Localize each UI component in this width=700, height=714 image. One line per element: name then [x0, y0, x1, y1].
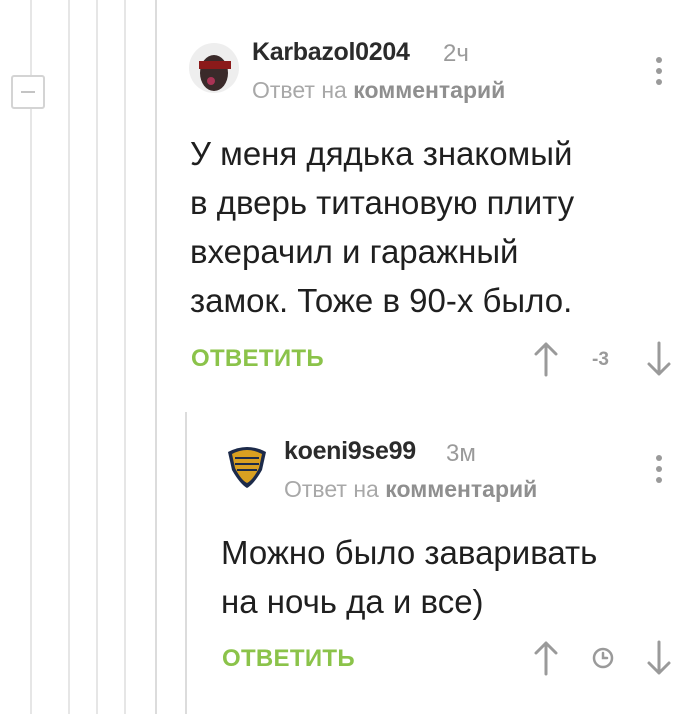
thread-line [124, 0, 126, 714]
comment-body-line: У меня дядька знакомый [190, 135, 573, 172]
collapse-thread-button[interactable] [11, 75, 45, 109]
avatar[interactable] [189, 43, 239, 93]
reply-to: Ответ на комментарий [284, 476, 537, 503]
arrow-up-icon[interactable] [533, 640, 559, 676]
comment-time: 3м [446, 440, 476, 467]
comment-time: 2ч [443, 40, 469, 67]
comment-body: Можно было заваривать на ночь да и все) [221, 528, 597, 626]
comment-author[interactable]: Karbazol0204 [252, 38, 410, 67]
clock-icon [592, 647, 614, 669]
more-vert-icon[interactable] [655, 455, 663, 485]
reply-to-prefix: Ответ на [284, 476, 379, 502]
thread-line [96, 0, 98, 714]
reply-to-link[interactable]: комментарий [385, 476, 537, 502]
thread-line [185, 412, 187, 714]
comment-body-line: на ночь да и все) [221, 583, 484, 620]
arrow-down-icon[interactable] [646, 341, 672, 377]
reply-to-link[interactable]: комментарий [353, 77, 505, 103]
comment-body-line: Можно было заваривать [221, 534, 598, 571]
thread-line [68, 0, 70, 714]
avatar[interactable] [222, 440, 272, 490]
reply-button[interactable]: ОТВЕТИТЬ [191, 345, 324, 373]
comment-author[interactable]: koeni9se99 [284, 437, 416, 466]
arrow-up-icon[interactable] [533, 341, 559, 377]
reply-to: Ответ на комментарий [252, 77, 505, 104]
comment-body-line: вхерачил и гаражный [190, 233, 519, 270]
thread-line [155, 0, 157, 714]
comment-rating: -3 [592, 349, 609, 370]
comment-body: У меня дядька знакомый в дверь титановую… [190, 129, 574, 325]
comment-body-line: замок. Тоже в 90-х было. [190, 282, 573, 319]
reply-to-prefix: Ответ на [252, 77, 347, 103]
comment-body-line: в дверь титановую плиту [190, 184, 575, 221]
arrow-down-icon[interactable] [646, 640, 672, 676]
reply-button[interactable]: ОТВЕТИТЬ [222, 645, 355, 673]
more-vert-icon[interactable] [655, 57, 663, 87]
